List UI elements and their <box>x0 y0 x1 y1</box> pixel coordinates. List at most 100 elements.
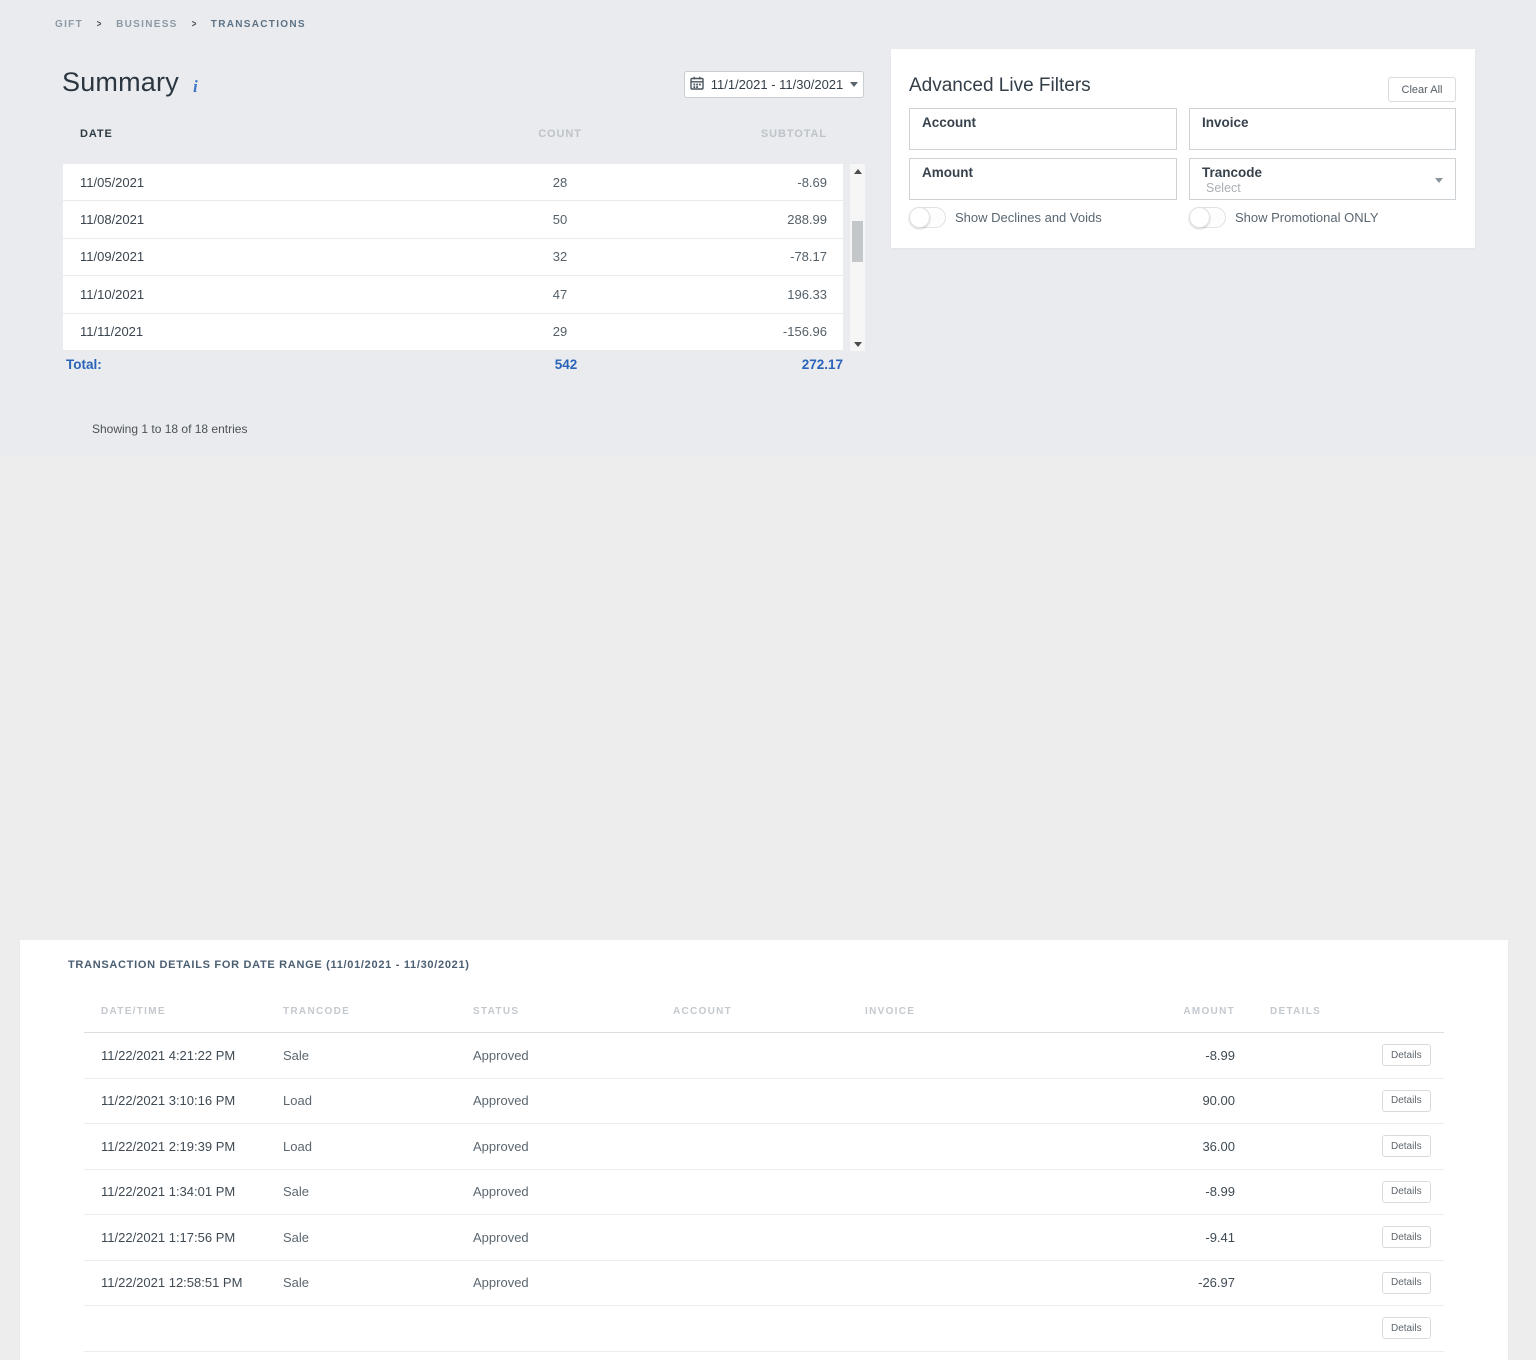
column-header-datetime[interactable]: DATE/TIME <box>84 1006 283 1017</box>
details-table-header: DATE/TIME TRANCODE STATUS ACCOUNT INVOIC… <box>84 990 1444 1033</box>
amount-label: Amount <box>922 165 1166 180</box>
breadcrumb-item-transactions: TRANSACTIONS <box>211 19 306 30</box>
cell-count: 47 <box>420 287 700 302</box>
column-header-status[interactable]: STATUS <box>473 1006 673 1017</box>
cell-date: 11/11/2021 <box>80 324 420 339</box>
column-header-trancode[interactable]: TRANCODE <box>283 1006 473 1017</box>
breadcrumb-item-business[interactable]: BUSINESS <box>116 19 178 30</box>
cell-amount: -9.41 <box>1042 1230 1235 1245</box>
total-subtotal: 272.17 <box>706 357 843 372</box>
details-section: TRANSACTION DETAILS FOR DATE RANGE (11/0… <box>0 455 1536 866</box>
cell-status: Approved <box>473 1230 673 1245</box>
cell-count: 32 <box>420 249 700 264</box>
cell-date: 11/09/2021 <box>80 249 420 264</box>
cell-trancode: Sale <box>283 1184 473 1199</box>
trancode-placeholder: Select <box>1202 181 1445 195</box>
summary-table-header: DATE COUNT SUBTOTAL <box>63 128 843 140</box>
column-header-date[interactable]: DATE <box>80 128 420 140</box>
chevron-right-icon: > <box>97 19 103 30</box>
amount-field[interactable]: Amount <box>909 158 1177 200</box>
account-input[interactable] <box>922 132 1166 146</box>
toggle-switch[interactable] <box>909 207 946 228</box>
entries-summary: Showing 1 to 18 of 18 entries <box>92 422 247 436</box>
info-icon[interactable]: i <box>193 77 198 97</box>
total-label: Total: <box>66 357 426 372</box>
cell-date: 11/10/2021 <box>80 287 420 302</box>
details-button[interactable]: Details <box>1382 1135 1431 1157</box>
cell-datetime: 11/22/2021 12:58:51 PM <box>84 1275 283 1290</box>
cell-subtotal: -8.69 <box>700 175 827 190</box>
cell-status: Approved <box>473 1275 673 1290</box>
summary-table-body: 11/05/2021 28 -8.69 11/08/2021 50 288.99… <box>63 164 843 351</box>
scroll-up-arrow-icon[interactable] <box>850 164 865 178</box>
table-row: 11/22/2021 4:21:22 PM Sale Approved -8.9… <box>84 1033 1444 1079</box>
column-header-subtotal[interactable]: SUBTOTAL <box>700 128 827 140</box>
toggle-declines-label: Show Declines and Voids <box>955 210 1102 225</box>
table-row: 11/05/2021 28 -8.69 <box>63 164 843 201</box>
summary-scrollbar[interactable] <box>850 164 865 351</box>
cell-trancode: Sale <box>283 1275 473 1290</box>
column-header-amount[interactable]: AMOUNT <box>1042 1006 1235 1017</box>
toggle-show-declines[interactable]: Show Declines and Voids <box>909 207 1102 228</box>
total-count: 542 <box>426 357 706 372</box>
chevron-right-icon: > <box>191 19 197 30</box>
cell-amount: 36.00 <box>1042 1139 1235 1154</box>
column-header-invoice[interactable]: INVOICE <box>865 1006 1042 1017</box>
details-button[interactable]: Details <box>1382 1090 1431 1112</box>
details-button[interactable]: Details <box>1382 1181 1431 1203</box>
details-title: TRANSACTION DETAILS FOR DATE RANGE (11/0… <box>68 959 470 971</box>
cell-trancode: Load <box>283 1139 473 1154</box>
toggle-show-promotional[interactable]: Show Promotional ONLY <box>1189 207 1379 228</box>
summary-total-row: Total: 542 272.17 <box>63 357 843 372</box>
cell-count: 50 <box>420 212 700 227</box>
column-header-count[interactable]: COUNT <box>420 128 700 140</box>
table-row: 11/11/2021 29 -156.96 <box>63 314 843 351</box>
cell-status: Approved <box>473 1048 673 1063</box>
details-button[interactable]: Details <box>1382 1317 1431 1339</box>
breadcrumb: GIFT > BUSINESS > TRANSACTIONS <box>55 19 306 30</box>
trancode-select[interactable]: Trancode Select <box>1189 158 1456 200</box>
invoice-field[interactable]: Invoice <box>1189 108 1456 150</box>
table-row: 11/22/2021 1:34:01 PM Sale Approved -8.9… <box>84 1170 1444 1216</box>
table-row: 11/10/2021 47 196.33 <box>63 276 843 313</box>
cell-subtotal: 196.33 <box>700 287 827 302</box>
details-button[interactable]: Details <box>1382 1044 1431 1066</box>
cell-trancode: Load <box>283 1093 473 1108</box>
cell-datetime: 11/22/2021 1:17:56 PM <box>84 1230 283 1245</box>
invoice-input[interactable] <box>1202 132 1445 146</box>
toggle-promo-label: Show Promotional ONLY <box>1235 210 1379 225</box>
trancode-label: Trancode <box>1202 165 1445 180</box>
cell-date: 11/08/2021 <box>80 212 420 227</box>
cell-date: 11/05/2021 <box>80 175 420 190</box>
breadcrumb-item-gift[interactable]: GIFT <box>55 19 83 30</box>
summary-section: GIFT > BUSINESS > TRANSACTIONS Summary i… <box>0 0 1536 455</box>
invoice-label: Invoice <box>1202 115 1445 130</box>
cell-datetime: 11/22/2021 1:34:01 PM <box>84 1184 283 1199</box>
table-row: 11/22/2021 1:17:56 PM Sale Approved -9.4… <box>84 1215 1444 1261</box>
cell-count: 29 <box>420 324 700 339</box>
date-range-button[interactable]: 11/1/2021 - 11/30/2021 <box>684 71 864 98</box>
cell-subtotal: -78.17 <box>700 249 827 264</box>
scrollbar-thumb[interactable] <box>852 221 863 262</box>
chevron-down-icon <box>850 82 858 87</box>
table-row: 11/22/2021 2:19:39 PM Load Approved 36.0… <box>84 1124 1444 1170</box>
cell-datetime: 11/22/2021 3:10:16 PM <box>84 1093 283 1108</box>
details-button[interactable]: Details <box>1382 1226 1431 1248</box>
clear-all-button[interactable]: Clear All <box>1388 77 1456 102</box>
chevron-down-icon <box>1435 178 1443 183</box>
cell-datetime: 11/22/2021 4:21:22 PM <box>84 1048 283 1063</box>
toggle-switch[interactable] <box>1189 207 1226 228</box>
cell-trancode: Sale <box>283 1230 473 1245</box>
scroll-down-arrow-icon[interactable] <box>850 337 865 351</box>
table-row: 11/22/2021 3:10:16 PM Load Approved 90.0… <box>84 1079 1444 1125</box>
account-field[interactable]: Account <box>909 108 1177 150</box>
cell-status: Approved <box>473 1139 673 1154</box>
details-table: DATE/TIME TRANCODE STATUS ACCOUNT INVOIC… <box>84 990 1444 1352</box>
column-header-account[interactable]: ACCOUNT <box>673 1006 865 1017</box>
cell-amount: -8.99 <box>1042 1184 1235 1199</box>
table-row: 11/22/2021 12:58:51 PM Sale Approved -26… <box>84 1261 1444 1307</box>
table-row: 11/09/2021 32 -78.17 <box>63 239 843 276</box>
amount-input[interactable] <box>922 182 1166 196</box>
details-button[interactable]: Details <box>1382 1272 1431 1294</box>
cell-amount: 90.00 <box>1042 1093 1235 1108</box>
